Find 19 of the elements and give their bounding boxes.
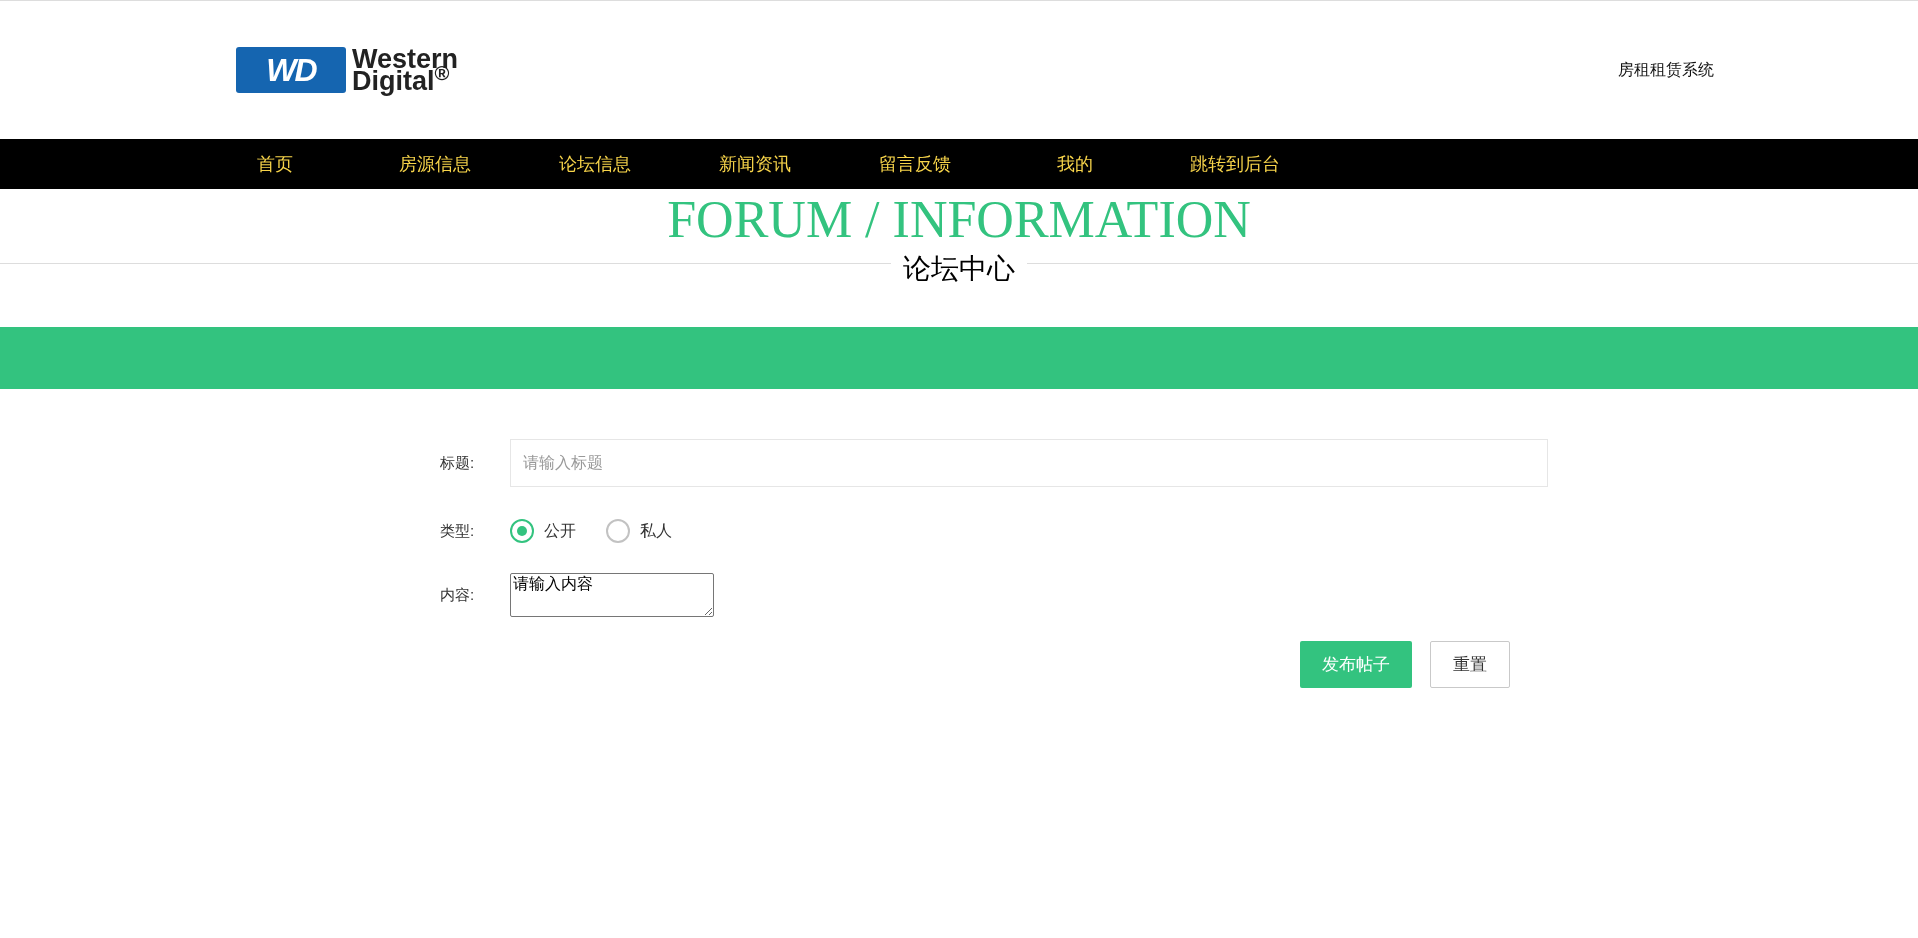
- radio-button[interactable]: [606, 519, 630, 543]
- nav-link[interactable]: 房源信息: [355, 150, 515, 178]
- field-label: 标题:: [440, 452, 476, 473]
- nav-link[interactable]: 跳转到后台: [1155, 150, 1315, 178]
- nav-link[interactable]: 新闻资讯: [675, 150, 835, 178]
- nav-link[interactable]: 我的: [995, 150, 1155, 178]
- content-textarea[interactable]: 请输入内容: [510, 573, 714, 617]
- field-label: 类型:: [440, 520, 476, 541]
- field-label: 内容:: [440, 584, 476, 605]
- system-name: 房租租赁系统: [1618, 60, 1714, 80]
- radio-label: 公开: [544, 521, 576, 541]
- nav-link[interactable]: 留言反馈: [835, 150, 995, 178]
- radio-label: 私人: [640, 521, 672, 541]
- nav-link[interactable]: 首页: [195, 150, 355, 178]
- title-input[interactable]: 请输入标题: [510, 439, 1548, 487]
- section-title: FORUM / INFORMATION: [667, 190, 1251, 250]
- nav-link[interactable]: 论坛信息: [515, 150, 675, 178]
- reset-button[interactable]: 重置: [1430, 641, 1510, 688]
- radio-button[interactable]: [510, 519, 534, 543]
